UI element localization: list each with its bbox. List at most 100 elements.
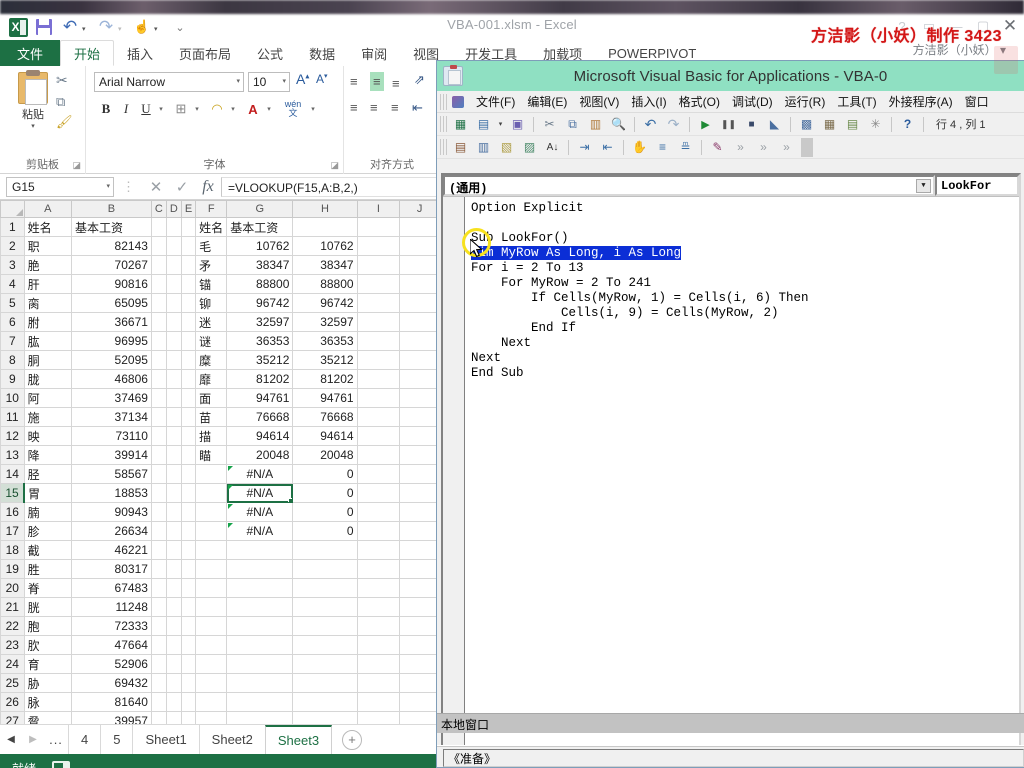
properties-window-icon[interactable]: ▦ xyxy=(819,115,840,134)
cell-J16[interactable] xyxy=(399,502,440,522)
paste-button[interactable]: 粘贴 ▾ xyxy=(10,70,56,130)
cell-C2[interactable] xyxy=(150,236,167,256)
cell-D6[interactable] xyxy=(165,312,182,332)
cell-D21[interactable] xyxy=(165,597,182,617)
cell-C12[interactable] xyxy=(150,426,167,446)
cell-I11[interactable] xyxy=(356,407,401,427)
tab-page-layout[interactable]: 页面布局 xyxy=(166,40,244,66)
cell-E22[interactable] xyxy=(180,616,197,636)
cell-J23[interactable] xyxy=(399,635,440,655)
cell-D22[interactable] xyxy=(165,616,182,636)
paste-caret-icon[interactable]: ▾ xyxy=(10,122,56,130)
cell-G8[interactable]: 35212 xyxy=(226,350,294,370)
cell-H9[interactable]: 81202 xyxy=(292,369,358,389)
cell-F24[interactable] xyxy=(195,654,228,674)
cell-C26[interactable] xyxy=(150,692,167,712)
row-header-11[interactable]: 11 xyxy=(0,407,25,427)
cell-C3[interactable] xyxy=(150,255,167,275)
cell-E16[interactable] xyxy=(180,502,197,522)
cell-D23[interactable] xyxy=(165,635,182,655)
cell-I8[interactable] xyxy=(356,350,401,370)
cell-A26[interactable]: 脉 xyxy=(23,692,72,712)
code-margin-indicator-bar[interactable] xyxy=(443,197,465,749)
cell-D7[interactable] xyxy=(165,331,182,351)
cell-G1[interactable]: 基本工资 xyxy=(226,217,294,237)
cell-I6[interactable] xyxy=(356,312,401,332)
cell-I20[interactable] xyxy=(356,578,401,598)
cell-D14[interactable] xyxy=(165,464,182,484)
cell-B12[interactable]: 73110 xyxy=(70,426,152,446)
cell-E17[interactable] xyxy=(180,521,197,541)
font-size-input[interactable]: 10 ▾ xyxy=(248,72,290,92)
cell-H7[interactable]: 36353 xyxy=(292,331,358,351)
code-line[interactable] xyxy=(471,216,1017,231)
row-header-23[interactable]: 23 xyxy=(0,635,25,655)
italic-button[interactable]: I xyxy=(118,98,134,120)
row-header-25[interactable]: 25 xyxy=(0,673,25,693)
cell-G24[interactable] xyxy=(226,654,294,674)
cell-F5[interactable]: 铆 xyxy=(195,293,228,313)
cell-A12[interactable]: 映 xyxy=(23,426,72,446)
cell-G9[interactable]: 81202 xyxy=(226,369,294,389)
cell-C13[interactable] xyxy=(150,445,167,465)
cell-I5[interactable] xyxy=(356,293,401,313)
code-line[interactable]: Option Explicit xyxy=(471,201,1017,216)
cell-E11[interactable] xyxy=(180,407,197,427)
cell-F3[interactable]: 矛 xyxy=(195,255,228,275)
cell-H13[interactable]: 20048 xyxy=(292,445,358,465)
cell-B18[interactable]: 46221 xyxy=(70,540,152,560)
column-header-g[interactable]: G xyxy=(226,200,294,218)
align-top-icon[interactable]: ≡ xyxy=(350,74,358,89)
find-icon[interactable]: 🔍 xyxy=(608,115,629,134)
run-icon[interactable]: ▶ xyxy=(695,115,716,134)
name-box[interactable]: G15 ▾ xyxy=(6,176,114,197)
cell-A27[interactable]: 脋 xyxy=(23,711,72,724)
cell-J7[interactable] xyxy=(399,331,440,351)
object-combo[interactable]: (通用) ▼ xyxy=(443,175,935,196)
cell-A15[interactable]: 胃 xyxy=(23,483,72,503)
cell-F21[interactable] xyxy=(195,597,228,617)
align-bottom-icon[interactable]: ≡ xyxy=(392,76,400,91)
cell-F9[interactable]: 靡 xyxy=(195,369,228,389)
cell-G13[interactable]: 20048 xyxy=(226,445,294,465)
cell-B24[interactable]: 52906 xyxy=(70,654,152,674)
row-header-5[interactable]: 5 xyxy=(0,293,25,313)
cell-G21[interactable] xyxy=(226,597,294,617)
sheet-tab-5[interactable]: 5 xyxy=(100,724,132,755)
menu-debug[interactable]: 调试(D) xyxy=(726,92,779,111)
cell-H19[interactable] xyxy=(292,559,358,579)
font-size-caret-icon[interactable]: ▾ xyxy=(282,77,286,85)
cell-I4[interactable] xyxy=(356,274,401,294)
column-header-f[interactable]: F xyxy=(195,200,228,218)
cell-F18[interactable] xyxy=(195,540,228,560)
code-line[interactable]: Dim MyRow As Long, i As Long xyxy=(471,246,1017,261)
tab-insert[interactable]: 插入 xyxy=(114,40,166,66)
cell-H21[interactable] xyxy=(292,597,358,617)
align-left-icon[interactable]: ≡ xyxy=(350,100,358,115)
decrease-indent-icon[interactable]: ⇤ xyxy=(412,100,423,116)
cell-B1[interactable]: 基本工资 xyxy=(70,217,152,237)
cell-H22[interactable] xyxy=(292,616,358,636)
cell-F23[interactable] xyxy=(195,635,228,655)
borders-caret-icon[interactable]: ▾ xyxy=(192,98,202,120)
copy-icon[interactable]: ⧉ xyxy=(56,94,65,110)
cell-B15[interactable]: 18853 xyxy=(70,483,152,503)
cell-G4[interactable]: 88800 xyxy=(226,274,294,294)
cell-J19[interactable] xyxy=(399,559,440,579)
cell-B14[interactable]: 58567 xyxy=(70,464,152,484)
menu-tools[interactable]: 工具(T) xyxy=(831,92,882,111)
cell-J11[interactable] xyxy=(399,407,440,427)
cell-H14[interactable]: 0 xyxy=(292,464,358,484)
toolbar1-grip[interactable] xyxy=(440,116,447,132)
cell-E13[interactable] xyxy=(180,445,197,465)
cell-F20[interactable] xyxy=(195,578,228,598)
menu-file[interactable]: 文件(F) xyxy=(470,92,521,111)
cell-B10[interactable]: 37469 xyxy=(70,388,152,408)
cell-H11[interactable]: 76668 xyxy=(292,407,358,427)
cell-C11[interactable] xyxy=(150,407,167,427)
font-dialog-launcher-icon[interactable]: ◪ xyxy=(330,160,339,171)
cell-F2[interactable]: 毛 xyxy=(195,236,228,256)
cell-H3[interactable]: 38347 xyxy=(292,255,358,275)
code-line[interactable]: Next xyxy=(471,351,1017,366)
menu-grip[interactable] xyxy=(440,93,447,110)
